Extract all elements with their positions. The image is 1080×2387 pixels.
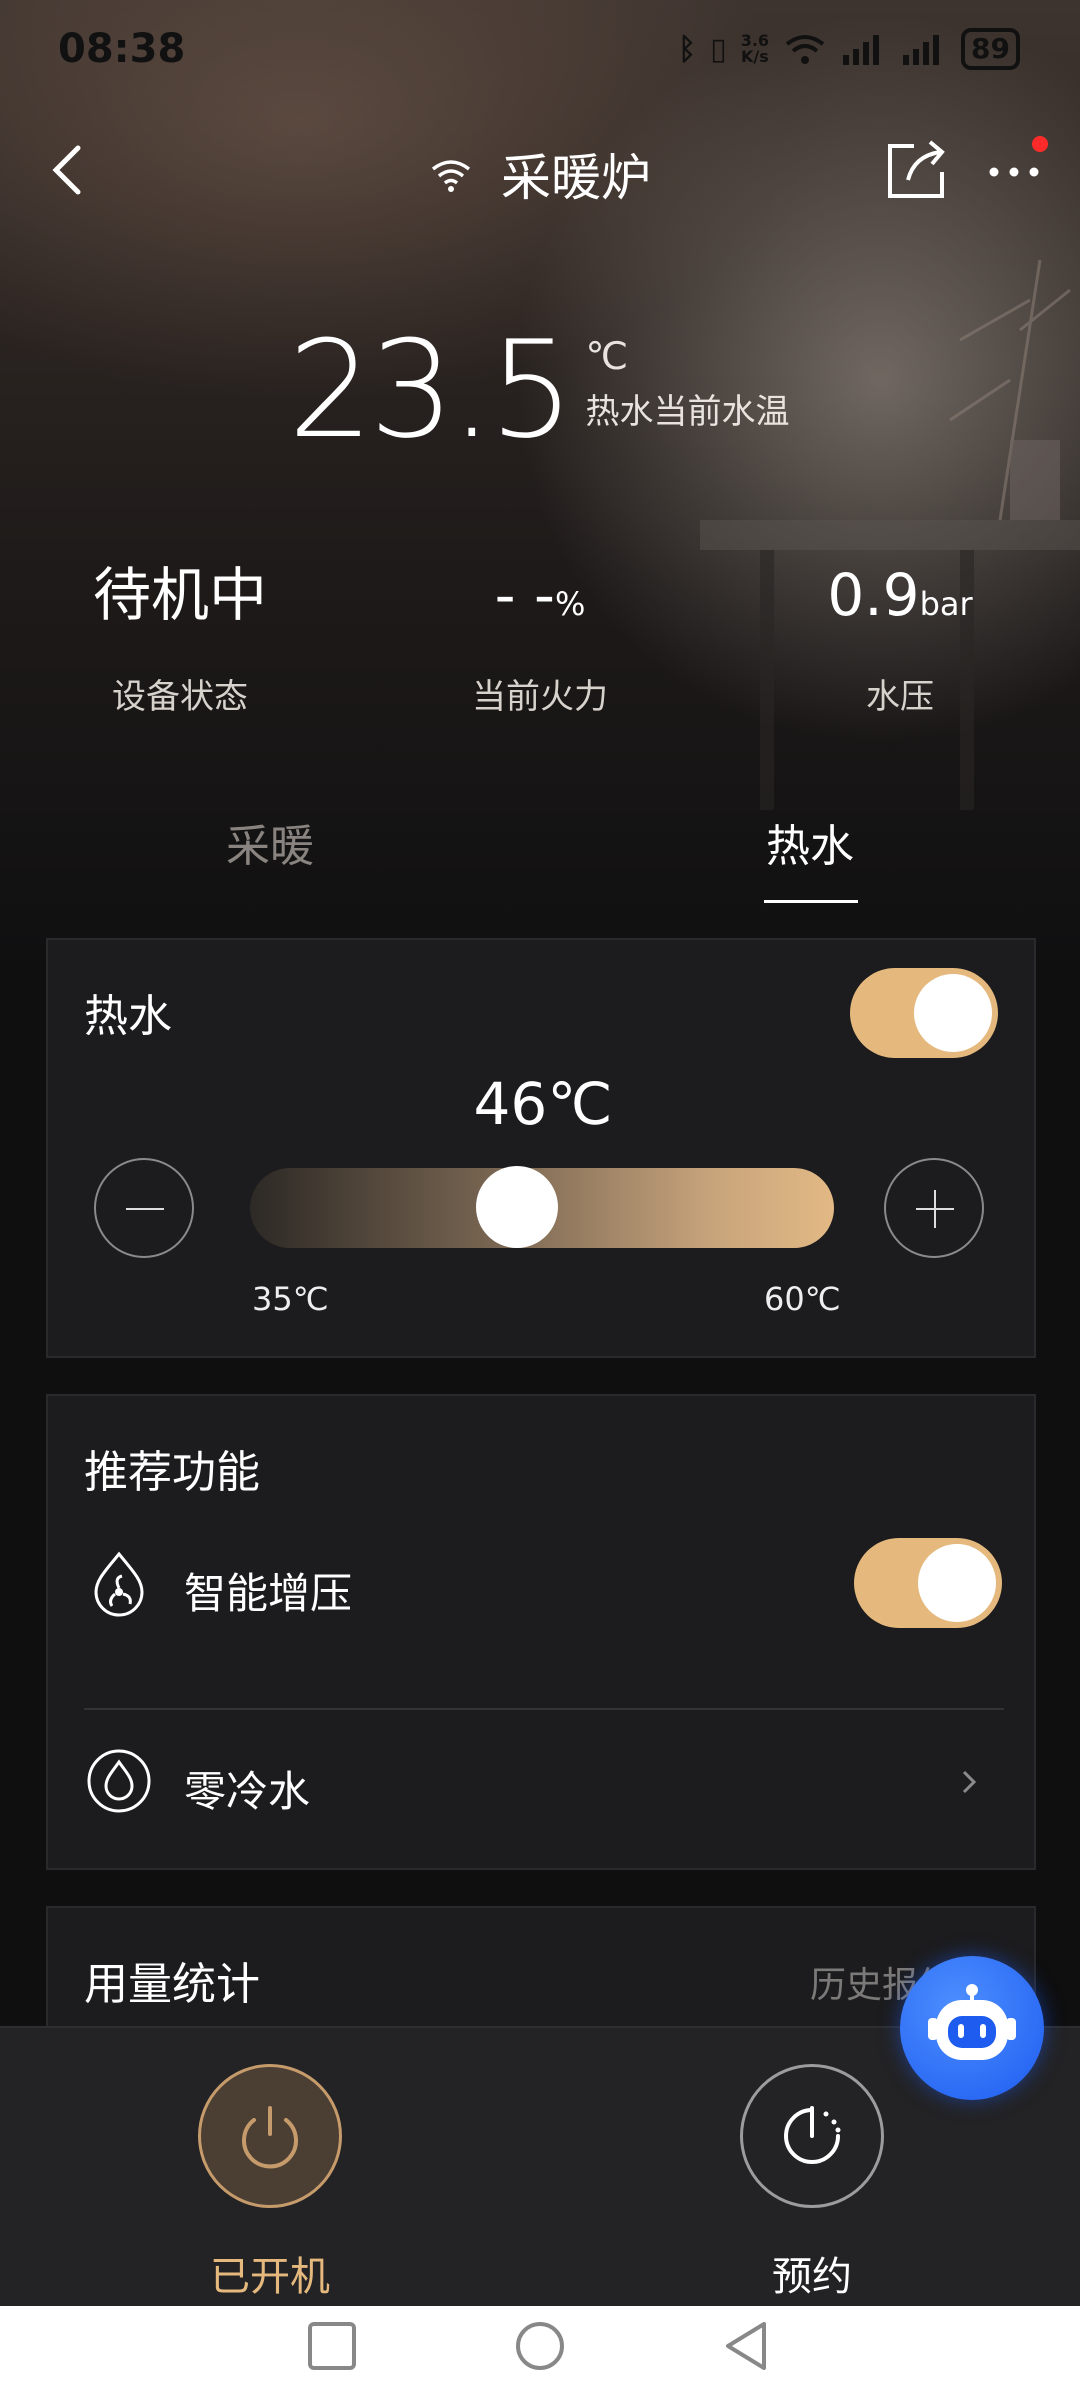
- hot-water-title: 热水: [84, 991, 172, 1042]
- usage-title: 用量统计: [84, 1959, 260, 2010]
- smart-boost-icon: [94, 1551, 144, 1617]
- schedule-button[interactable]: [740, 2064, 884, 2208]
- increase-temperature-button[interactable]: [884, 1158, 984, 1258]
- min-temperature-label: 35℃: [252, 1280, 329, 1318]
- status-icons: ᛒ ▯ 3.6 K/s 89: [678, 28, 1020, 70]
- stat-label: 当前火力: [472, 677, 608, 717]
- divider: [84, 1708, 1004, 1710]
- share-button[interactable]: [884, 136, 950, 202]
- battery-indicator: 89: [961, 28, 1020, 70]
- power-label: 已开机: [210, 2254, 330, 2300]
- stat-value: 0.9bar: [827, 561, 973, 629]
- stat-current-firepower: - -% 当前火力: [360, 560, 720, 718]
- temperature-value: 23.5: [288, 312, 574, 468]
- notification-dot: [1032, 136, 1048, 152]
- signal-icon-2: [903, 35, 940, 65]
- recommended-title: 推荐功能: [84, 1447, 260, 1498]
- temperature-description: 热水当前水温: [585, 392, 790, 432]
- stat-label: 设备状态: [112, 677, 248, 717]
- tab-heating[interactable]: 采暖: [226, 810, 314, 874]
- feature-label: 智能增压: [184, 1569, 353, 1618]
- set-temperature: 46℃: [473, 1070, 613, 1138]
- schedule-label: 预约: [772, 2254, 852, 2300]
- hot-water-card: 热水 46℃ 35℃ 60℃: [46, 938, 1036, 1358]
- decrease-temperature-button[interactable]: [94, 1158, 194, 1258]
- system-back-button[interactable]: [720, 2320, 772, 2372]
- power-button[interactable]: [198, 2064, 342, 2208]
- temperature-side: ℃ 热水当前水温: [585, 320, 789, 433]
- wifi-icon: [785, 35, 825, 64]
- power-icon: [242, 2106, 298, 2169]
- recommended-features-card: 推荐功能 智能增压 零冷水: [46, 1394, 1036, 1870]
- feature-zero-cold-water[interactable]: 零冷水: [84, 1722, 1004, 1842]
- page-title: 采暖炉: [500, 149, 651, 207]
- top-nav: 采暖炉: [0, 120, 1080, 220]
- stat-water-pressure: 0.9bar 水压: [720, 560, 1080, 718]
- bluetooth-icon: ᛒ: [678, 31, 697, 67]
- chevron-right-icon: [962, 1770, 977, 1794]
- status-bar: 08:38 ᛒ ▯ 3.6 K/s 89: [0, 0, 1080, 100]
- stat-value: - -%: [494, 561, 586, 629]
- hot-water-toggle[interactable]: [850, 968, 998, 1058]
- home-button[interactable]: [514, 2320, 566, 2372]
- system-navigation-bar: [0, 2306, 1080, 2387]
- feature-label: 零冷水: [184, 1767, 311, 1816]
- signal-icon: [843, 35, 880, 65]
- schedule-action[interactable]: 预约: [692, 2064, 932, 2302]
- status-time: 08:38: [58, 26, 186, 72]
- tab-hot-water[interactable]: 热水: [766, 810, 854, 874]
- smart-boost-toggle[interactable]: [854, 1538, 1002, 1628]
- robot-icon: [928, 1984, 1016, 2060]
- stat-value: 待机中: [92, 561, 267, 629]
- network-speed: 3.6 K/s: [740, 31, 770, 66]
- schedule-timer-icon: [784, 2106, 841, 2164]
- feature-smart-boost: 智能增压: [84, 1524, 1004, 1644]
- current-water-temperature: 23.5 ℃ 热水当前水温: [288, 320, 789, 460]
- zero-cold-water-icon: [87, 1749, 151, 1813]
- stat-device-status: 待机中 设备状态: [0, 560, 360, 718]
- recent-apps-button[interactable]: [306, 2320, 358, 2372]
- mode-tabs: 采暖 热水: [0, 800, 1080, 910]
- temperature-unit: ℃: [585, 334, 629, 378]
- stat-label: 水压: [866, 677, 934, 717]
- power-action[interactable]: 已开机: [150, 2064, 390, 2302]
- max-temperature-label: 60℃: [764, 1280, 841, 1318]
- active-tab-indicator: [764, 900, 858, 903]
- ai-assistant-button[interactable]: [900, 1956, 1044, 2100]
- more-options-button[interactable]: [984, 152, 1044, 192]
- wifi-connected-icon: [431, 160, 471, 192]
- temperature-slider-handle[interactable]: [476, 1166, 558, 1248]
- vibrate-icon: ▯: [710, 31, 727, 67]
